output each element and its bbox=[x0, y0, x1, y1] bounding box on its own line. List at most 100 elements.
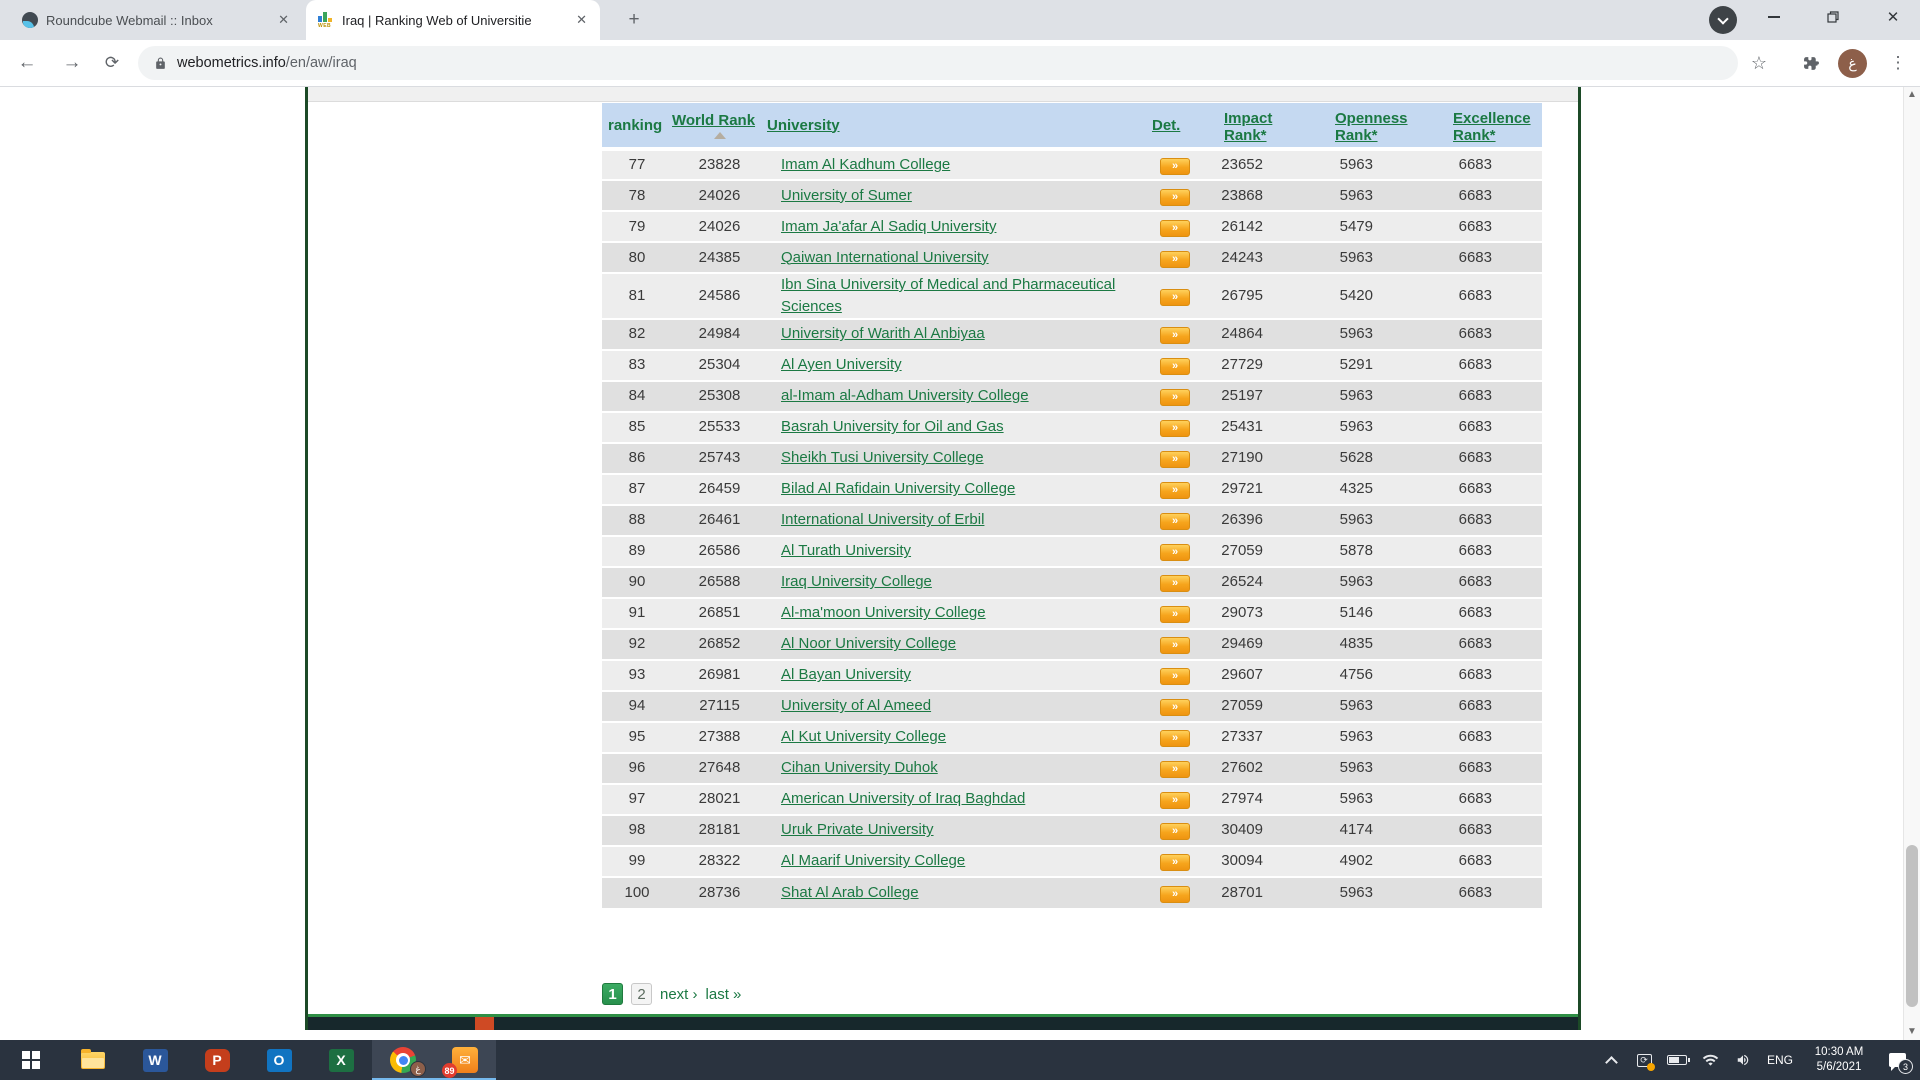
next-page-link[interactable]: next › bbox=[660, 986, 698, 1003]
forward-button[interactable]: → bbox=[57, 48, 87, 78]
window-close-button[interactable]: ✕ bbox=[1870, 0, 1916, 34]
university-link[interactable]: Bilad Al Rafidain University College bbox=[781, 480, 1015, 497]
det-button[interactable]: » bbox=[1160, 251, 1190, 268]
volume-button[interactable] bbox=[1729, 1040, 1757, 1080]
window-restore-button[interactable] bbox=[1810, 0, 1856, 34]
impact-rank-cell: 26142 bbox=[1210, 211, 1295, 242]
university-link[interactable]: Cihan University Duhok bbox=[781, 759, 938, 776]
university-link[interactable]: University of Al Ameed bbox=[781, 697, 931, 714]
tab-roundcube[interactable]: Roundcube Webmail :: Inbox ✕ bbox=[10, 0, 302, 40]
university-link[interactable]: Uruk Private University bbox=[781, 821, 934, 838]
det-button[interactable]: » bbox=[1160, 668, 1190, 685]
page-1-button[interactable]: 1 bbox=[602, 983, 623, 1005]
impact-sort-link[interactable]: Impact Rank* bbox=[1224, 110, 1272, 144]
det-button[interactable]: » bbox=[1160, 637, 1190, 654]
openness-rank-cell: 4325 bbox=[1295, 474, 1405, 505]
det-button[interactable]: » bbox=[1160, 854, 1190, 871]
page-2-button[interactable]: 2 bbox=[631, 983, 652, 1005]
det-button[interactable]: » bbox=[1160, 451, 1190, 468]
university-link[interactable]: Imam Al Kadhum College bbox=[781, 156, 950, 173]
window-minimize-button[interactable] bbox=[1751, 0, 1797, 34]
det-button[interactable]: » bbox=[1160, 482, 1190, 499]
det-button[interactable]: » bbox=[1160, 730, 1190, 747]
university-link[interactable]: Shat Al Arab College bbox=[781, 884, 919, 901]
powerpoint-button[interactable]: P bbox=[186, 1040, 248, 1080]
det-sort-link[interactable]: Det. bbox=[1152, 117, 1180, 134]
university-link[interactable]: Sheikh Tusi University College bbox=[781, 449, 984, 466]
det-button[interactable]: » bbox=[1160, 220, 1190, 237]
university-link[interactable]: Al Maarif University College bbox=[781, 852, 965, 869]
det-button[interactable]: » bbox=[1160, 358, 1190, 375]
det-button[interactable]: » bbox=[1160, 575, 1190, 592]
tray-expand-button[interactable] bbox=[1597, 1040, 1625, 1080]
tab-search-button[interactable] bbox=[1709, 6, 1737, 34]
scrollbar-thumb[interactable] bbox=[1906, 845, 1918, 1007]
det-button[interactable]: » bbox=[1160, 327, 1190, 344]
det-button[interactable]: » bbox=[1160, 289, 1190, 306]
excellence-sort-link[interactable]: Excellence Rank* bbox=[1453, 110, 1531, 144]
det-button[interactable]: » bbox=[1160, 792, 1190, 809]
det-button[interactable]: » bbox=[1160, 761, 1190, 778]
file-explorer-button[interactable] bbox=[62, 1040, 124, 1080]
word-button[interactable]: W bbox=[124, 1040, 186, 1080]
university-link[interactable]: Al Ayen University bbox=[781, 356, 902, 373]
det-button[interactable]: » bbox=[1160, 189, 1190, 206]
world-rank-cell: 26586 bbox=[672, 536, 767, 567]
outlook-button[interactable]: O bbox=[248, 1040, 310, 1080]
university-link[interactable]: Al Noor University College bbox=[781, 635, 956, 652]
extensions-puzzle-icon[interactable] bbox=[1797, 49, 1825, 77]
det-button[interactable]: » bbox=[1160, 886, 1190, 903]
det-button[interactable]: » bbox=[1160, 513, 1190, 530]
university-link[interactable]: University of Warith Al Anbiyaa bbox=[781, 325, 985, 342]
bookmark-star-icon[interactable]: ☆ bbox=[1745, 49, 1773, 77]
university-link[interactable]: University of Sumer bbox=[781, 187, 912, 204]
det-button[interactable]: » bbox=[1160, 823, 1190, 840]
university-link[interactable]: Basrah University for Oil and Gas bbox=[781, 418, 1004, 435]
table-header-row: ranking World Rank University Det. Impac… bbox=[602, 103, 1542, 149]
openness-sort-link[interactable]: Openness Rank* bbox=[1335, 110, 1408, 144]
det-button[interactable]: » bbox=[1160, 699, 1190, 716]
det-button[interactable]: » bbox=[1160, 389, 1190, 406]
tab-webometrics[interactable]: WEB Iraq | Ranking Web of Universitie ✕ bbox=[306, 0, 600, 40]
university-link[interactable]: Al Bayan University bbox=[781, 666, 911, 683]
university-link[interactable]: Iraq University College bbox=[781, 573, 932, 590]
det-button[interactable]: » bbox=[1160, 606, 1190, 623]
university-link[interactable]: Qaiwan International University bbox=[781, 249, 989, 266]
language-indicator[interactable]: ENG bbox=[1762, 1053, 1798, 1067]
university-link[interactable]: Al Kut University College bbox=[781, 728, 946, 745]
reload-button[interactable]: ⟳ bbox=[97, 48, 127, 78]
det-button[interactable]: » bbox=[1160, 158, 1190, 175]
address-bar[interactable]: webometrics.info/en/aw/iraq bbox=[138, 46, 1738, 80]
university-sort-link[interactable]: University bbox=[767, 117, 840, 134]
sync-status-button[interactable]: ⟳ bbox=[1630, 1040, 1658, 1080]
back-button[interactable]: ← bbox=[12, 48, 42, 78]
university-link[interactable]: Al Turath University bbox=[781, 542, 911, 559]
browser-menu-icon[interactable]: ⋮ bbox=[1884, 49, 1912, 77]
excel-button[interactable]: X bbox=[310, 1040, 372, 1080]
battery-button[interactable] bbox=[1663, 1040, 1691, 1080]
university-link[interactable]: International University of Erbil bbox=[781, 511, 984, 528]
world-rank-sort-link[interactable]: World Rank bbox=[672, 112, 755, 129]
det-button[interactable]: » bbox=[1160, 420, 1190, 437]
action-center-button[interactable]: 3 bbox=[1880, 1040, 1914, 1080]
mail-app-button[interactable]: ✉ 89 bbox=[434, 1040, 496, 1080]
scroll-up-arrow[interactable]: ▲ bbox=[1904, 87, 1920, 103]
vertical-scrollbar[interactable]: ▲ ▼ bbox=[1903, 87, 1920, 1040]
start-button[interactable] bbox=[0, 1040, 62, 1080]
new-tab-button[interactable]: + bbox=[620, 7, 648, 35]
university-link[interactable]: Imam Ja'afar Al Sadiq University bbox=[781, 218, 996, 235]
wifi-button[interactable] bbox=[1696, 1040, 1724, 1080]
university-link[interactable]: Ibn Sina University of Medical and Pharm… bbox=[781, 276, 1115, 315]
university-link[interactable]: al-Imam al-Adham University College bbox=[781, 387, 1029, 404]
taskbar-clock[interactable]: 10:30 AM 5/6/2021 bbox=[1803, 1045, 1875, 1075]
det-button[interactable]: » bbox=[1160, 544, 1190, 561]
last-page-link[interactable]: last » bbox=[706, 986, 742, 1003]
table-row: 82 24984 University of Warith Al Anbiyaa… bbox=[602, 319, 1542, 350]
chrome-button[interactable]: غ bbox=[372, 1040, 434, 1080]
tab-close-icon[interactable]: ✕ bbox=[275, 12, 292, 28]
scroll-down-arrow[interactable]: ▼ bbox=[1904, 1024, 1920, 1040]
profile-avatar[interactable]: غ bbox=[1838, 49, 1867, 78]
university-link[interactable]: Al-ma'moon University College bbox=[781, 604, 986, 621]
tab-close-icon[interactable]: ✕ bbox=[573, 12, 590, 28]
university-link[interactable]: American University of Iraq Baghdad bbox=[781, 790, 1025, 807]
